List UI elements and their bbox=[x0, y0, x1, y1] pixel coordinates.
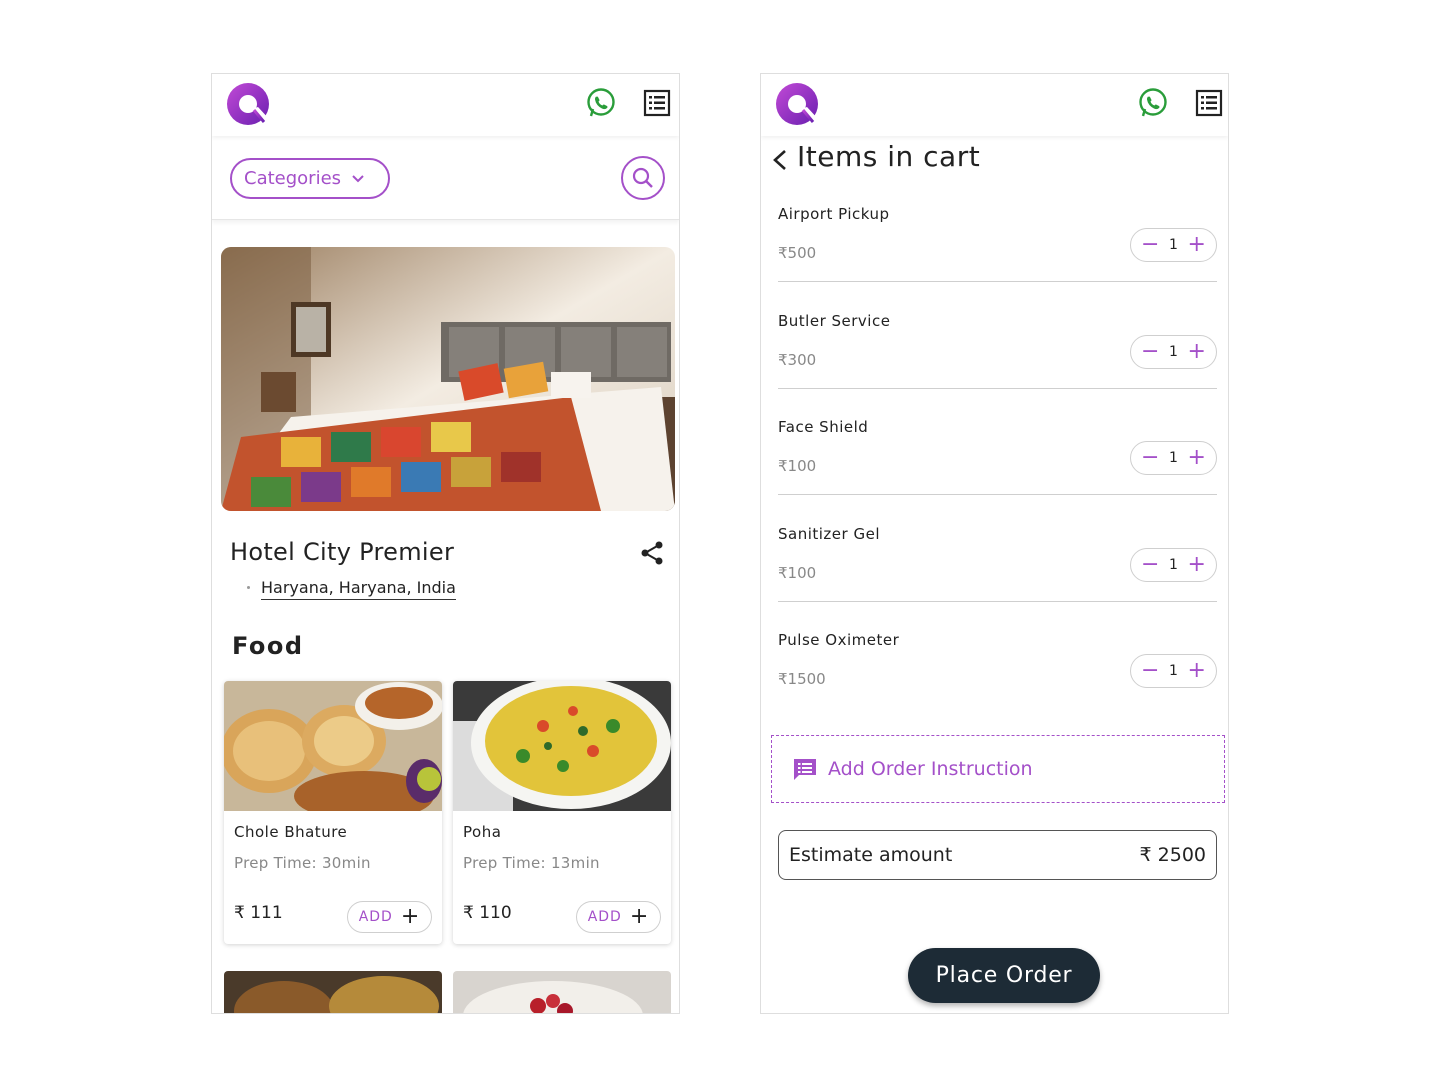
add-to-cart-button[interactable]: ADD + bbox=[576, 901, 661, 933]
divider bbox=[778, 601, 1217, 602]
category-bar: Categories bbox=[212, 136, 679, 220]
quantity-value: 1 bbox=[1169, 663, 1178, 679]
divider bbox=[778, 494, 1217, 495]
estimate-label: Estimate amount bbox=[789, 844, 953, 866]
estimate-value: ₹ 2500 bbox=[1139, 844, 1206, 866]
q-logo-icon[interactable] bbox=[226, 82, 274, 128]
top-bar bbox=[761, 74, 1228, 136]
add-label: ADD bbox=[587, 909, 622, 925]
cart-item-name: Airport Pickup bbox=[778, 205, 890, 223]
food-image-partial bbox=[224, 971, 442, 1013]
list-menu-icon[interactable] bbox=[642, 88, 672, 118]
back-arrow-icon[interactable] bbox=[769, 148, 793, 172]
list-menu-icon[interactable] bbox=[1194, 88, 1224, 118]
food-image bbox=[224, 681, 442, 811]
cart-screen: Items in cart Airport Pickup ₹500 − 1 + … bbox=[760, 73, 1229, 1014]
cart-item-name: Pulse Oximeter bbox=[778, 631, 900, 649]
quantity-stepper[interactable]: − 1 + bbox=[1130, 654, 1217, 688]
location-bullet bbox=[247, 586, 250, 589]
quantity-value: 1 bbox=[1169, 344, 1178, 360]
decrement-button[interactable]: − bbox=[1141, 447, 1159, 469]
plus-icon: + bbox=[629, 904, 650, 929]
cart-item: Sanitizer Gel ₹100 − 1 + bbox=[778, 525, 1218, 632]
note-icon bbox=[794, 759, 816, 780]
divider bbox=[778, 281, 1217, 282]
top-bar bbox=[212, 74, 679, 136]
cart-item-name: Butler Service bbox=[778, 312, 891, 330]
q-logo-icon[interactable] bbox=[775, 82, 823, 128]
hotel-name: Hotel City Premier bbox=[230, 538, 455, 566]
food-prep-time: Prep Time: 13min bbox=[463, 854, 600, 872]
increment-button[interactable]: + bbox=[1188, 660, 1206, 682]
food-price: ₹ 111 bbox=[234, 903, 283, 923]
whatsapp-icon[interactable] bbox=[585, 87, 617, 119]
decrement-button[interactable]: − bbox=[1141, 341, 1159, 363]
cart-item-price: ₹100 bbox=[778, 564, 817, 582]
page-header: Items in cart bbox=[761, 140, 1228, 180]
search-icon bbox=[632, 167, 653, 188]
search-button[interactable] bbox=[621, 156, 665, 200]
quantity-stepper[interactable]: − 1 + bbox=[1130, 335, 1217, 369]
hotel-location-link[interactable]: Haryana, Haryana, India bbox=[261, 578, 456, 600]
cart-item-price: ₹100 bbox=[778, 457, 817, 475]
add-to-cart-button[interactable]: ADD + bbox=[347, 901, 432, 933]
instruction-label: Add Order Instruction bbox=[828, 758, 1033, 780]
food-image-partial bbox=[453, 971, 671, 1013]
food-card[interactable]: Chole Bhature Prep Time: 30min ₹ 111 ADD… bbox=[224, 681, 442, 944]
increment-button[interactable]: + bbox=[1188, 341, 1206, 363]
estimate-amount-box: Estimate amount ₹ 2500 bbox=[778, 830, 1217, 880]
food-name: Chole Bhature bbox=[234, 823, 348, 841]
food-name: Poha bbox=[463, 823, 502, 841]
cart-item-name: Sanitizer Gel bbox=[778, 525, 880, 543]
hotel-menu-screen: Categories Hotel City Premier Haryana, H… bbox=[211, 73, 680, 1014]
cart-item-price: ₹500 bbox=[778, 244, 817, 262]
food-card[interactable]: Poha Prep Time: 13min ₹ 110 ADD + bbox=[453, 681, 671, 944]
cart-item: Pulse Oximeter ₹1500 − 1 + bbox=[778, 631, 1218, 738]
cart-item: Butler Service ₹300 − 1 + bbox=[778, 312, 1218, 419]
cart-item-price: ₹1500 bbox=[778, 670, 826, 688]
categories-dropdown[interactable]: Categories bbox=[230, 158, 390, 199]
place-order-button[interactable]: Place Order bbox=[908, 948, 1100, 1003]
increment-button[interactable]: + bbox=[1188, 447, 1206, 469]
quantity-stepper[interactable]: − 1 + bbox=[1130, 548, 1217, 582]
divider bbox=[778, 388, 1217, 389]
quantity-value: 1 bbox=[1169, 450, 1178, 466]
cart-item-name: Face Shield bbox=[778, 418, 869, 436]
increment-button[interactable]: + bbox=[1188, 554, 1206, 576]
chevron-down-icon bbox=[352, 174, 364, 182]
whatsapp-icon[interactable] bbox=[1137, 87, 1169, 119]
categories-label: Categories bbox=[244, 168, 342, 189]
add-order-instruction-button[interactable]: Add Order Instruction bbox=[771, 735, 1225, 803]
decrement-button[interactable]: − bbox=[1141, 234, 1159, 256]
quantity-stepper[interactable]: − 1 + bbox=[1130, 441, 1217, 475]
quantity-value: 1 bbox=[1169, 557, 1178, 573]
food-prep-time: Prep Time: 30min bbox=[234, 854, 371, 872]
cart-item: Face Shield ₹100 − 1 + bbox=[778, 418, 1218, 525]
decrement-button[interactable]: − bbox=[1141, 554, 1159, 576]
page-title: Items in cart bbox=[797, 140, 981, 173]
add-label: ADD bbox=[358, 909, 393, 925]
section-title: Food bbox=[232, 632, 304, 660]
cart-item-price: ₹300 bbox=[778, 351, 817, 369]
plus-icon: + bbox=[400, 904, 421, 929]
decrement-button[interactable]: − bbox=[1141, 660, 1159, 682]
food-image bbox=[453, 681, 671, 811]
share-icon[interactable] bbox=[639, 540, 665, 566]
cart-item: Airport Pickup ₹500 − 1 + bbox=[778, 205, 1218, 312]
quantity-stepper[interactable]: − 1 + bbox=[1130, 228, 1217, 262]
hotel-room-image bbox=[221, 247, 675, 511]
increment-button[interactable]: + bbox=[1188, 234, 1206, 256]
quantity-value: 1 bbox=[1169, 237, 1178, 253]
food-price: ₹ 110 bbox=[463, 903, 512, 923]
